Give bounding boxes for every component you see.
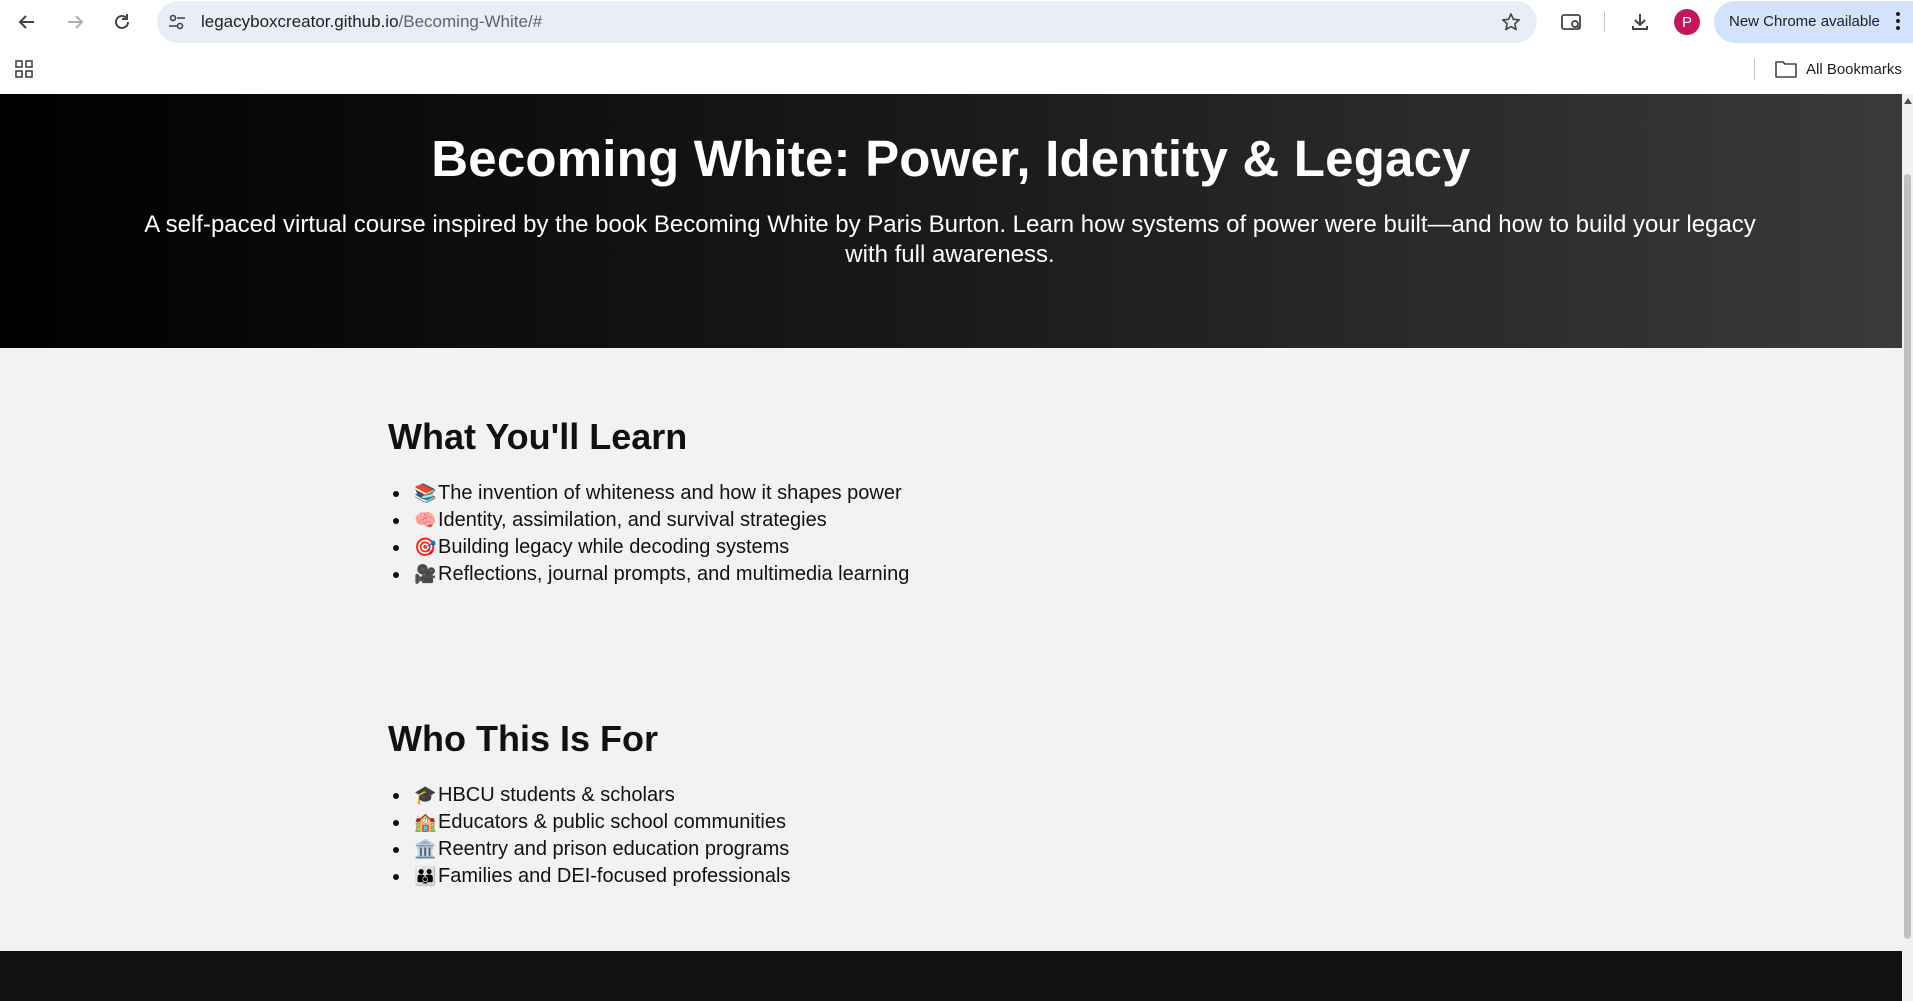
- page-subtitle: A self-paced virtual course inspired by …: [144, 211, 1756, 268]
- scroll-up-arrow-icon[interactable]: [1904, 98, 1912, 104]
- learn-list: 📚The invention of whiteness and how it s…: [388, 480, 1388, 588]
- list-item-text: HBCU students & scholars: [438, 784, 675, 806]
- video-camera-icon: 🎥: [414, 564, 437, 584]
- learn-section: What You'll Learn 📚The invention of whit…: [388, 416, 1388, 588]
- url-path: /Becoming-White/#: [398, 12, 543, 31]
- audience-list: 🎓HBCU students & scholars 🏫Educators & p…: [388, 782, 1388, 890]
- url-host: legacyboxcreator.github.io: [201, 12, 399, 31]
- page-viewport: Becoming White: Power, Identity & Legacy…: [0, 94, 1902, 1001]
- search-tabs-button[interactable]: [1557, 7, 1587, 37]
- site-settings-icon[interactable]: [165, 10, 189, 34]
- bookmark-star-icon[interactable]: [1499, 10, 1523, 34]
- list-item-text: Reflections, journal prompts, and multim…: [438, 563, 910, 585]
- apps-grid-icon[interactable]: [12, 57, 36, 81]
- page-scrollbar[interactable]: [1902, 94, 1913, 1001]
- list-item: 🎓HBCU students & scholars: [388, 782, 1388, 809]
- scrollbar-thumb[interactable]: [1904, 174, 1911, 939]
- forward-arrow-icon: [68, 15, 84, 29]
- audience-section: Who This Is For 🎓HBCU students & scholar…: [388, 718, 1388, 890]
- browser-toolbar: legacyboxcreator.github.io/Becoming-Whit…: [0, 0, 1913, 44]
- page-title: Becoming White: Power, Identity & Legacy: [431, 130, 1471, 187]
- list-item: 🧠Identity, assimilation, and survival st…: [388, 507, 1388, 534]
- list-item: 🎯Building legacy while decoding systems: [388, 534, 1388, 561]
- books-icon: 📚: [414, 483, 437, 503]
- learn-heading: What You'll Learn: [388, 416, 688, 457]
- list-item: 🎥Reflections, journal prompts, and multi…: [388, 561, 1388, 588]
- bookmarks-divider: [1754, 58, 1755, 80]
- address-bar[interactable]: legacyboxcreator.github.io/Becoming-Whit…: [157, 1, 1537, 43]
- hero-banner: Becoming White: Power, Identity & Legacy…: [0, 94, 1902, 348]
- list-item: 🏛️Reentry and prison education programs: [388, 836, 1388, 863]
- update-label: New Chrome available: [1729, 13, 1880, 30]
- back-arrow-icon: [18, 15, 34, 29]
- list-item-text: Families and DEI-focused professionals: [438, 865, 791, 887]
- bookmarks-bar: All Bookmarks: [0, 46, 1913, 94]
- list-item: 📚The invention of whiteness and how it s…: [388, 480, 1388, 507]
- toolbar-divider: [1604, 12, 1605, 32]
- tab-search-icon: [1561, 14, 1581, 30]
- downloads-button[interactable]: [1625, 7, 1655, 37]
- target-icon: 🎯: [414, 537, 437, 557]
- list-item-text: The invention of whiteness and how it sh…: [438, 482, 902, 504]
- graduation-cap-icon: 🎓: [414, 785, 437, 805]
- profile-avatar[interactable]: P: [1674, 9, 1700, 35]
- forward-button[interactable]: [59, 6, 91, 38]
- list-item-text: Reentry and prison education programs: [438, 838, 790, 860]
- classical-building-icon: 🏛️: [414, 839, 437, 859]
- reload-icon: [115, 14, 129, 29]
- all-bookmarks-button[interactable]: All Bookmarks: [1775, 55, 1902, 83]
- list-item-text: Identity, assimilation, and survival str…: [438, 509, 827, 531]
- download-icon: [1632, 14, 1648, 30]
- brain-icon: 🧠: [414, 510, 437, 530]
- footer-section: [0, 951, 1902, 1001]
- back-button[interactable]: [11, 6, 43, 38]
- audience-heading: Who This Is For: [388, 718, 658, 759]
- list-item: 🏫Educators & public school communities: [388, 809, 1388, 836]
- menu-dots-icon[interactable]: [1895, 12, 1901, 32]
- folder-icon: [1775, 61, 1797, 78]
- chrome-update-button[interactable]: New Chrome available: [1714, 1, 1913, 43]
- school-icon: 🏫: [414, 812, 437, 832]
- family-icon: 👪: [414, 866, 437, 886]
- list-item: 👪Families and DEI-focused professionals: [388, 863, 1388, 890]
- list-item-text: Educators & public school communities: [438, 811, 786, 833]
- browser-chrome: legacyboxcreator.github.io/Becoming-Whit…: [0, 0, 1913, 94]
- all-bookmarks-label: All Bookmarks: [1806, 60, 1902, 78]
- reload-button[interactable]: [106, 6, 138, 38]
- url-text: legacyboxcreator.github.io/Becoming-Whit…: [201, 12, 542, 32]
- list-item-text: Building legacy while decoding systems: [438, 536, 790, 558]
